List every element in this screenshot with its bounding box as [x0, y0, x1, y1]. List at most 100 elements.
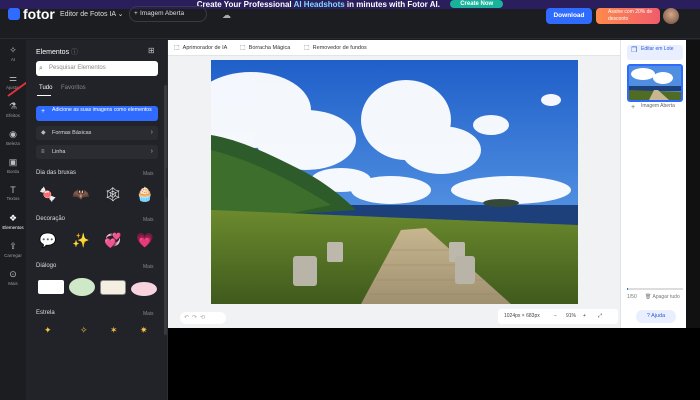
sticker-bubble-heart[interactable]: 💬 [39, 232, 56, 248]
sticker-sparkles[interactable]: ✨ [72, 232, 89, 248]
fit-screen-icon[interactable]: ⤢ [598, 309, 602, 324]
canvas-dimensions[interactable]: 1024px × 683px [504, 309, 540, 324]
upload-icon: ⇪ [9, 241, 17, 251]
sticker-star-2[interactable]: ✧ [80, 322, 88, 338]
clear-all-button[interactable]: 🗑 Apagar tudo [645, 294, 680, 300]
add-image-button[interactable]: + Imagem Aberta [627, 103, 683, 117]
rail-frame[interactable]: ▣ Borda [0, 157, 26, 174]
more-icon: ⊙ [9, 269, 17, 279]
history-icon[interactable]: ⟲ [200, 315, 208, 321]
rail-label: Mais [8, 281, 18, 286]
rail-elements[interactable]: ❖ Elementos [0, 213, 26, 230]
open-image-label: Imagem Aberta [140, 10, 185, 17]
banner-highlight: AI Headshots [293, 0, 345, 9]
tab-favorites[interactable]: Favoritos [61, 85, 86, 91]
sticker-cupcake[interactable]: 🧁 [136, 186, 153, 202]
rail-more[interactable]: ⊙ Mais [0, 269, 26, 286]
sticker-web[interactable]: 🕸 [104, 186, 122, 202]
create-now-button[interactable]: Create Now [450, 0, 504, 8]
zoom-level[interactable]: 91% [566, 309, 576, 324]
rail-upload[interactable]: ⇪ Carregar [0, 241, 26, 258]
option-label: Formas Básicas [52, 130, 92, 136]
logo-text: fotor [23, 6, 55, 22]
sticker-oval-bubble[interactable] [69, 278, 95, 296]
rail-effects[interactable]: ⚗ Efeitos [0, 101, 26, 118]
banner-text: Create Your Professional [196, 0, 294, 9]
clear-all-label: Apagar tudo [652, 294, 680, 300]
ai-enhancer-tool[interactable]: ⬚ Aprimorador de IA [174, 44, 227, 52]
grid-view-icon[interactable]: ⊞ [148, 46, 155, 55]
bottom-blank-area [168, 328, 700, 400]
rail-adjust[interactable]: ⚌ Ajustar [0, 73, 26, 90]
zoom-out-button[interactable]: − [554, 309, 557, 324]
batch-edit-label: Editar em Lote [641, 46, 674, 52]
trash-icon: 🗑 [645, 294, 652, 300]
image-thumbnail[interactable] [627, 64, 683, 102]
line-icon: ≡ [41, 149, 45, 155]
panel-scrollbar[interactable] [164, 85, 167, 335]
add-images-as-elements-button[interactable]: + Adicione as suas imagens como elementos [36, 106, 158, 121]
add-image-label: Imagem Aberta [641, 103, 675, 109]
more-link[interactable]: Mais [143, 311, 154, 317]
sticker-star-4[interactable]: ✷ [140, 322, 148, 338]
line-option[interactable]: ≡ Linha › [36, 145, 158, 159]
rail-label: Textos [6, 196, 20, 201]
eraser-icon: ⬚ [240, 45, 246, 51]
panel-title: Elementos ⓘ [36, 47, 78, 57]
redo-icon[interactable]: ↷ [192, 315, 200, 321]
rail-text[interactable]: T Textos [0, 185, 26, 201]
promo-banner: Create Your Professional AI Headshots in… [0, 0, 700, 9]
layers-icon: ❐ [631, 47, 638, 54]
more-link[interactable]: Mais [143, 217, 154, 223]
open-image-button[interactable]: + Imagem Aberta [129, 6, 207, 22]
cloud-icon[interactable]: ☁ [222, 10, 231, 21]
panel-title-text: Elementos [36, 49, 70, 56]
rail-label: Efeitos [6, 113, 20, 118]
sticker-bat[interactable]: 🦇 [72, 186, 89, 202]
undo-redo-controls[interactable]: ↶↷⟲ [180, 312, 226, 324]
plus-icon: + [134, 10, 138, 17]
help-button[interactable]: ? Ajuda [636, 310, 676, 323]
editor-menu-label: Editor de Fotos IA [60, 11, 116, 18]
sparkle-icon: ✧ [9, 45, 17, 55]
more-link[interactable]: Mais [143, 171, 154, 177]
sticker-star-3[interactable]: ✶ [110, 322, 118, 338]
download-button[interactable]: Download [546, 8, 592, 24]
tool-label: Borracha Mágica [248, 44, 291, 51]
sliders-icon: ⚌ [8, 73, 18, 83]
sticker-speech-bubble[interactable] [100, 280, 126, 295]
sticker-candy[interactable]: 🍬 [39, 186, 56, 202]
background-remover-tool[interactable]: ⬚ Removedor de fundos [304, 44, 367, 52]
help-label: Ajuda [651, 313, 666, 319]
tab-all[interactable]: Tudo [39, 85, 52, 91]
right-edge-strip [686, 40, 700, 328]
plus-icon: + [631, 104, 636, 111]
sticker-rect-bubble[interactable] [38, 280, 64, 294]
editor-menu[interactable]: Editor de Fotos IA ⌄ [60, 10, 123, 18]
add-button-label: Adicione as suas imagens como elementos [52, 107, 152, 113]
info-icon[interactable]: ⓘ [71, 49, 78, 56]
magic-eraser-tool[interactable]: ⬚ Borracha Mágica [240, 44, 291, 52]
sticker-hearts[interactable]: 💞 [104, 232, 121, 248]
sticker-pink-heart[interactable]: 💗 [136, 232, 153, 248]
image-count: 1/50 [627, 294, 637, 300]
image-count-progress [627, 288, 683, 290]
undo-icon[interactable]: ↶ [184, 315, 192, 321]
zoom-in-button[interactable]: + [583, 309, 586, 324]
help-icon: ? [646, 313, 650, 319]
canvas-photo[interactable] [211, 60, 578, 304]
sticker-star-1[interactable]: ✦ [44, 322, 52, 338]
basic-shapes-option[interactable]: ◆ Formas Básicas › [36, 126, 158, 140]
rail-beauty[interactable]: ◉ Beleza [0, 129, 26, 146]
more-link[interactable]: Mais [143, 264, 154, 270]
rail-label: Carregar [4, 253, 22, 258]
avatar[interactable] [663, 8, 679, 24]
rail-ai[interactable]: ✧ AI [0, 45, 26, 62]
frame-icon: ▣ [8, 157, 18, 167]
fotor-logo[interactable]: fotor [8, 6, 55, 22]
batch-edit-button[interactable]: ❐ Editar em Lote [627, 45, 683, 60]
search-icon: ⌕ [39, 65, 43, 72]
search-input[interactable]: ⌕ Pesquisar Elementos [36, 61, 158, 76]
promo-button[interactable]: Assine com 20% de desconto [596, 8, 660, 24]
sticker-pink-bubble[interactable] [131, 282, 157, 296]
